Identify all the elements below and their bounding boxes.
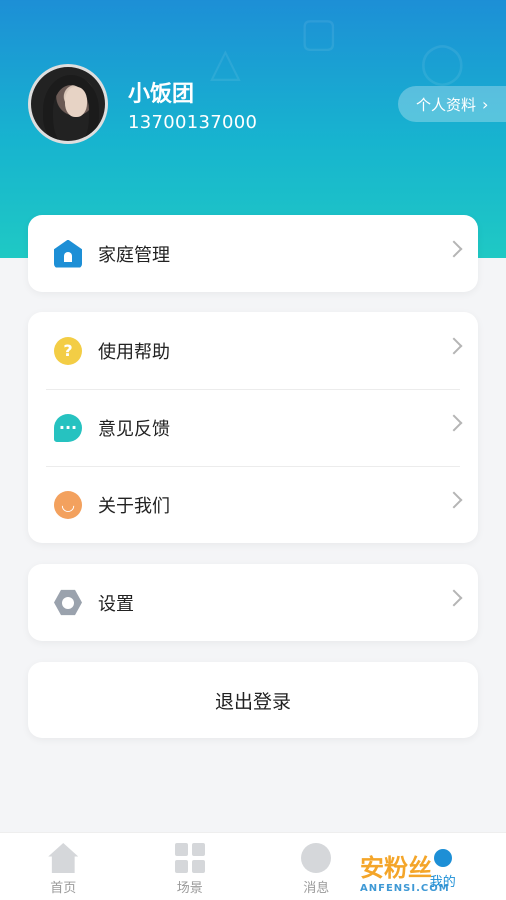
avatar[interactable] bbox=[28, 64, 108, 144]
menu-item-label: 设置 bbox=[98, 593, 134, 615]
family-card: 家庭管理 bbox=[28, 215, 478, 292]
settings-card: 设置 bbox=[28, 564, 478, 641]
support-card: ? 使用帮助 ··· 意见反馈 ◡ 关于我们 bbox=[28, 312, 478, 543]
menu-item-label: 关于我们 bbox=[98, 495, 170, 517]
menu-item-family[interactable]: 家庭管理 bbox=[28, 215, 478, 292]
message-icon bbox=[301, 843, 332, 873]
smile-icon: ◡ bbox=[54, 490, 82, 519]
menu-item-label: 家庭管理 bbox=[98, 244, 170, 266]
menu-item-help[interactable]: ? 使用帮助 bbox=[28, 312, 478, 389]
username: 小饭团 bbox=[128, 82, 195, 107]
help-icon: ? bbox=[54, 336, 82, 365]
tab-label: 消息 bbox=[303, 881, 330, 896]
home-icon bbox=[54, 239, 82, 268]
chevron-right-icon bbox=[445, 240, 463, 258]
chevron-right-icon: › bbox=[482, 94, 489, 114]
watermark-sub: ANFENSI.COM bbox=[360, 883, 450, 894]
home-tab-icon bbox=[48, 843, 79, 873]
chevron-right-icon bbox=[445, 337, 463, 355]
menu-item-label: 使用帮助 bbox=[98, 341, 170, 363]
phone-number: 13700137000 bbox=[128, 112, 258, 133]
site-watermark: 安粉丝 ANFENSI.COM bbox=[360, 848, 450, 894]
tab-home[interactable]: 首页 bbox=[0, 833, 127, 900]
background-pattern: ▢ bbox=[300, 10, 338, 56]
background-pattern: △ bbox=[210, 40, 241, 86]
settings-icon bbox=[54, 589, 82, 616]
chevron-right-icon bbox=[445, 589, 463, 607]
grid-icon bbox=[174, 843, 205, 873]
profile-button[interactable]: 个人资料 › bbox=[398, 86, 506, 122]
menu-item-about[interactable]: ◡ 关于我们 bbox=[28, 466, 478, 543]
tab-scene[interactable]: 场景 bbox=[127, 833, 254, 900]
tab-label: 首页 bbox=[50, 881, 77, 896]
profile-button-label: 个人资料 bbox=[416, 95, 477, 114]
watermark-text: 安粉丝 bbox=[360, 854, 432, 882]
menu-item-label: 意见反馈 bbox=[98, 418, 170, 440]
menu-item-settings[interactable]: 设置 bbox=[28, 564, 478, 641]
chevron-right-icon bbox=[445, 491, 463, 509]
background-pattern: ◯ bbox=[420, 40, 465, 86]
chevron-right-icon bbox=[445, 414, 463, 432]
menu-item-feedback[interactable]: ··· 意见反馈 bbox=[28, 389, 478, 466]
logout-button[interactable]: 退出登录 bbox=[28, 662, 478, 738]
feedback-icon: ··· bbox=[54, 413, 82, 442]
tab-label: 场景 bbox=[176, 881, 203, 896]
